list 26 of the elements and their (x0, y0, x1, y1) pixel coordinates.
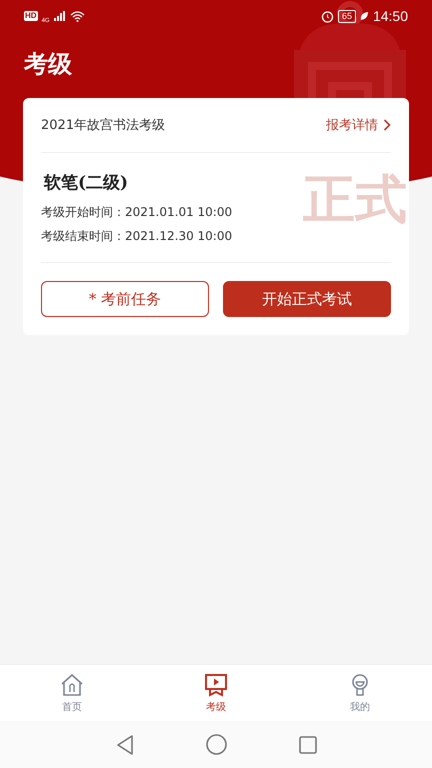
leaf-icon (360, 11, 369, 21)
wifi-icon (70, 10, 85, 22)
exam-title: 2021年故宫书法考级 (41, 117, 166, 134)
clock-time: 14:50 (372, 8, 408, 24)
detail-link[interactable]: 报考详情 (326, 116, 391, 134)
chevron-icon (383, 119, 391, 131)
battery-icon: 65 (338, 10, 356, 22)
time-label: 考级结束时间： (41, 228, 125, 245)
pre-exam-task-button[interactable]: * 考前任务 (41, 281, 209, 317)
tab-item[interactable]: 首页 (0, 665, 144, 721)
alarm-icon (320, 10, 334, 22)
recent-apps-icon[interactable] (298, 736, 316, 754)
home-icon (60, 672, 84, 696)
time-value: 2021.12.30 10:00 (125, 228, 232, 245)
time-value: 2021.01.01 10:00 (125, 204, 232, 221)
video-ribbon-icon (204, 672, 228, 696)
start-exam-button[interactable]: 开始正式考试 (223, 281, 391, 317)
tab-item[interactable]: 我的 (288, 665, 432, 721)
time-label: 考级开始时间： (41, 204, 125, 221)
hd-badge: HD (24, 11, 38, 21)
home-circle-icon[interactable] (206, 734, 226, 755)
level-name: 软笔(二级) (42, 172, 130, 194)
tab-item[interactable]: 考级 (144, 665, 288, 721)
page-title: 考级 (22, 48, 73, 80)
back-icon[interactable] (116, 734, 134, 754)
signal-icon (54, 11, 66, 21)
